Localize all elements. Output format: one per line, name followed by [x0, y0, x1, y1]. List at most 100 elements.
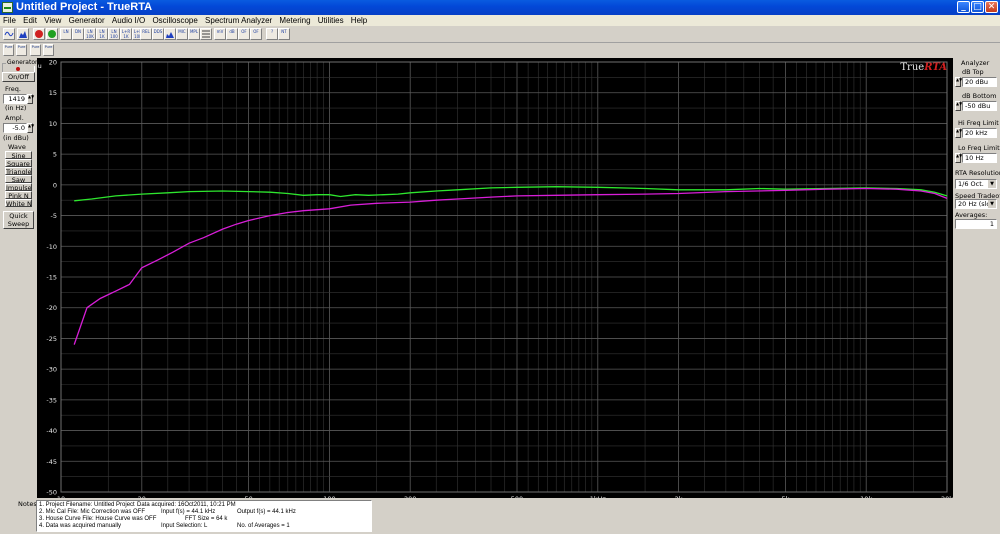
y-tick-label: 15: [49, 89, 57, 97]
menu-spectrum-analyzer[interactable]: Spectrum Analyzer: [202, 15, 274, 26]
averages-label: Averages:: [955, 211, 988, 219]
lr-1k-button[interactable]: L+R 1K: [120, 28, 132, 40]
quick-sweep-button[interactable]: Quick Sweep: [3, 211, 34, 229]
pure-button-4[interactable]: Pure: [43, 44, 54, 56]
pure-button-3[interactable]: Pure: [30, 44, 41, 56]
rta-graph[interactable]: 20151050-5-10-15-20-25-30-35-40-45-50102…: [37, 58, 953, 504]
menu-utilities[interactable]: Utilities: [315, 15, 346, 26]
notes-textbox[interactable]: 1. Project Filename: Untitled Project 2.…: [36, 500, 372, 532]
ln-100-button[interactable]: LN 100: [108, 28, 120, 40]
note-fft-size: FFT Size = 64 k: [185, 516, 228, 522]
y-tick-label: -25: [46, 335, 57, 343]
chevron-down-icon[interactable]: ▼: [988, 180, 996, 188]
menu-metering[interactable]: Metering: [276, 15, 312, 26]
db-top-spinner[interactable]: ▲▼: [955, 77, 962, 87]
chevron-down-icon[interactable]: ▼: [988, 200, 996, 208]
analyzer-title: Analyzer: [961, 59, 990, 67]
wave-triangle-button[interactable]: Triangle: [5, 167, 32, 175]
analyzer-panel: Analyzer dB Top ▲▼ dB Bottom ▲▼ Hi Freq …: [953, 58, 1000, 498]
of-button-2[interactable]: OF: [250, 28, 262, 40]
hi-freq-spinner[interactable]: ▲▼: [955, 128, 962, 138]
y-tick-label: -5: [51, 212, 57, 220]
db-top-input[interactable]: 20 dBu: [962, 77, 997, 87]
note-averages: No. of Averages = 1: [237, 523, 290, 529]
y-tick-label: -15: [46, 274, 57, 282]
context-help-icon[interactable]: NT: [278, 28, 290, 40]
rta-resolution-label: RTA Resolution:: [955, 169, 1000, 177]
lo-freq-spinner[interactable]: ▲▼: [955, 153, 962, 163]
hi-freq-input[interactable]: 20 kHz: [962, 128, 997, 138]
menu-bar: File Edit View Generator Audio I/O Oscil…: [0, 15, 1000, 26]
pure-button-1[interactable]: Pure: [3, 44, 14, 56]
ampl-spinner[interactable]: ▲▼: [27, 123, 34, 133]
ln-1k-button[interactable]: LN 1K: [96, 28, 108, 40]
close-button[interactable]: ✕: [985, 1, 998, 13]
spectrum-icon[interactable]: [17, 28, 29, 40]
menu-oscilloscope[interactable]: Oscilloscope: [149, 15, 199, 26]
note-input-selection: Input Selection: L: [161, 523, 208, 529]
note-line-3: 3. House Curve File: House Curve was OFF: [39, 516, 157, 522]
dds-button[interactable]: DDS: [152, 28, 164, 40]
y-tick-label: -30: [46, 366, 57, 374]
wave-sine-button[interactable]: Sine: [5, 151, 32, 159]
db-button[interactable]: dB: [226, 28, 238, 40]
y-tick-label: 10: [49, 120, 57, 128]
window-title: Untitled Project - TrueRTA: [16, 1, 153, 13]
mixer-icon[interactable]: [200, 28, 212, 40]
y-tick-label: -35: [46, 396, 57, 404]
generator-title: Generator: [6, 59, 39, 66]
menu-edit[interactable]: Edit: [20, 15, 39, 26]
lo-freq-label: Lo Freq Limit: [958, 144, 1000, 152]
rta-resolution-select[interactable]: 1/6 Oct. ▼: [955, 179, 997, 189]
minimize-button[interactable]: _: [957, 1, 970, 13]
wave-saw-button[interactable]: Saw: [5, 175, 32, 183]
spectrum-view-icon[interactable]: [164, 28, 176, 40]
averages-input[interactable]: 1: [955, 219, 997, 229]
note-data-acquired: Data acquired: 16Oct2011, 10:21 PM: [137, 502, 236, 508]
run-icon[interactable]: [46, 28, 58, 40]
wave-square-button[interactable]: Square: [5, 159, 32, 167]
toolbar-secondary: Pure Pure Pure Pure: [0, 43, 58, 58]
of-button-1[interactable]: OF: [238, 28, 250, 40]
truerta-app-icon[interactable]: [2, 2, 13, 13]
ampl-unit-label: (in dBu): [3, 134, 29, 142]
db-bottom-input[interactable]: -50 dBu: [962, 101, 997, 111]
freq-input[interactable]: 1419: [3, 94, 27, 104]
tip-icon[interactable]: ?: [266, 28, 278, 40]
y-tick-label: 0: [53, 181, 57, 189]
db-bottom-spinner[interactable]: ▲▼: [955, 101, 962, 111]
ln-10k-button[interactable]: LN 10K: [84, 28, 96, 40]
oscilloscope-wave-icon[interactable]: [3, 28, 15, 40]
chart-axes: 20151050-5-10-15-20-25-30-35-40-45-50102…: [46, 59, 953, 504]
mpl-button[interactable]: MPL: [188, 28, 200, 40]
freq-spinner[interactable]: ▲▼: [27, 94, 34, 104]
wave-white-noise-button[interactable]: White N: [5, 199, 32, 207]
note-output-fs: Output f(s) = 44.1 kHz: [237, 509, 296, 515]
wave-pink-noise-button[interactable]: Pink N: [5, 191, 32, 199]
quick-sweep-label-2: Sweep: [7, 220, 30, 228]
title-bar: Untitled Project - TrueRTA _ □ ✕: [0, 0, 1000, 15]
speed-tradeoff-select[interactable]: 20 Hz (slow) ▼: [955, 199, 997, 209]
rel-button[interactable]: REL: [140, 28, 152, 40]
rta-resolution-value: 1/6 Oct.: [958, 180, 984, 188]
pure-button-2[interactable]: Pure: [16, 44, 27, 56]
menu-generator[interactable]: Generator: [66, 15, 107, 26]
ln-button[interactable]: LN: [60, 28, 72, 40]
note-line-1: 1. Project Filename: Untitled Project: [39, 502, 135, 508]
dn-button[interactable]: DN: [72, 28, 84, 40]
maximize-button[interactable]: □: [971, 1, 984, 13]
menu-view[interactable]: View: [41, 15, 63, 26]
stop-icon[interactable]: [33, 28, 45, 40]
menu-help[interactable]: Help: [348, 15, 369, 26]
notes-area: Notes: 1. Project Filename: Untitled Pro…: [0, 498, 1000, 534]
lo-freq-input[interactable]: 10 Hz: [962, 153, 997, 163]
unit-label: dBu: [37, 62, 42, 70]
wave-impulse-button[interactable]: Impulse: [5, 183, 32, 191]
y-tick-label: -10: [46, 243, 57, 251]
menu-file[interactable]: File: [0, 15, 18, 26]
ampl-input[interactable]: -5.0: [3, 123, 27, 133]
mv-button[interactable]: mV: [214, 28, 226, 40]
menu-audio-io[interactable]: Audio I/O: [109, 15, 147, 26]
mic-button[interactable]: MIC: [176, 28, 188, 40]
generator-onoff-button[interactable]: On/Off: [2, 72, 35, 82]
